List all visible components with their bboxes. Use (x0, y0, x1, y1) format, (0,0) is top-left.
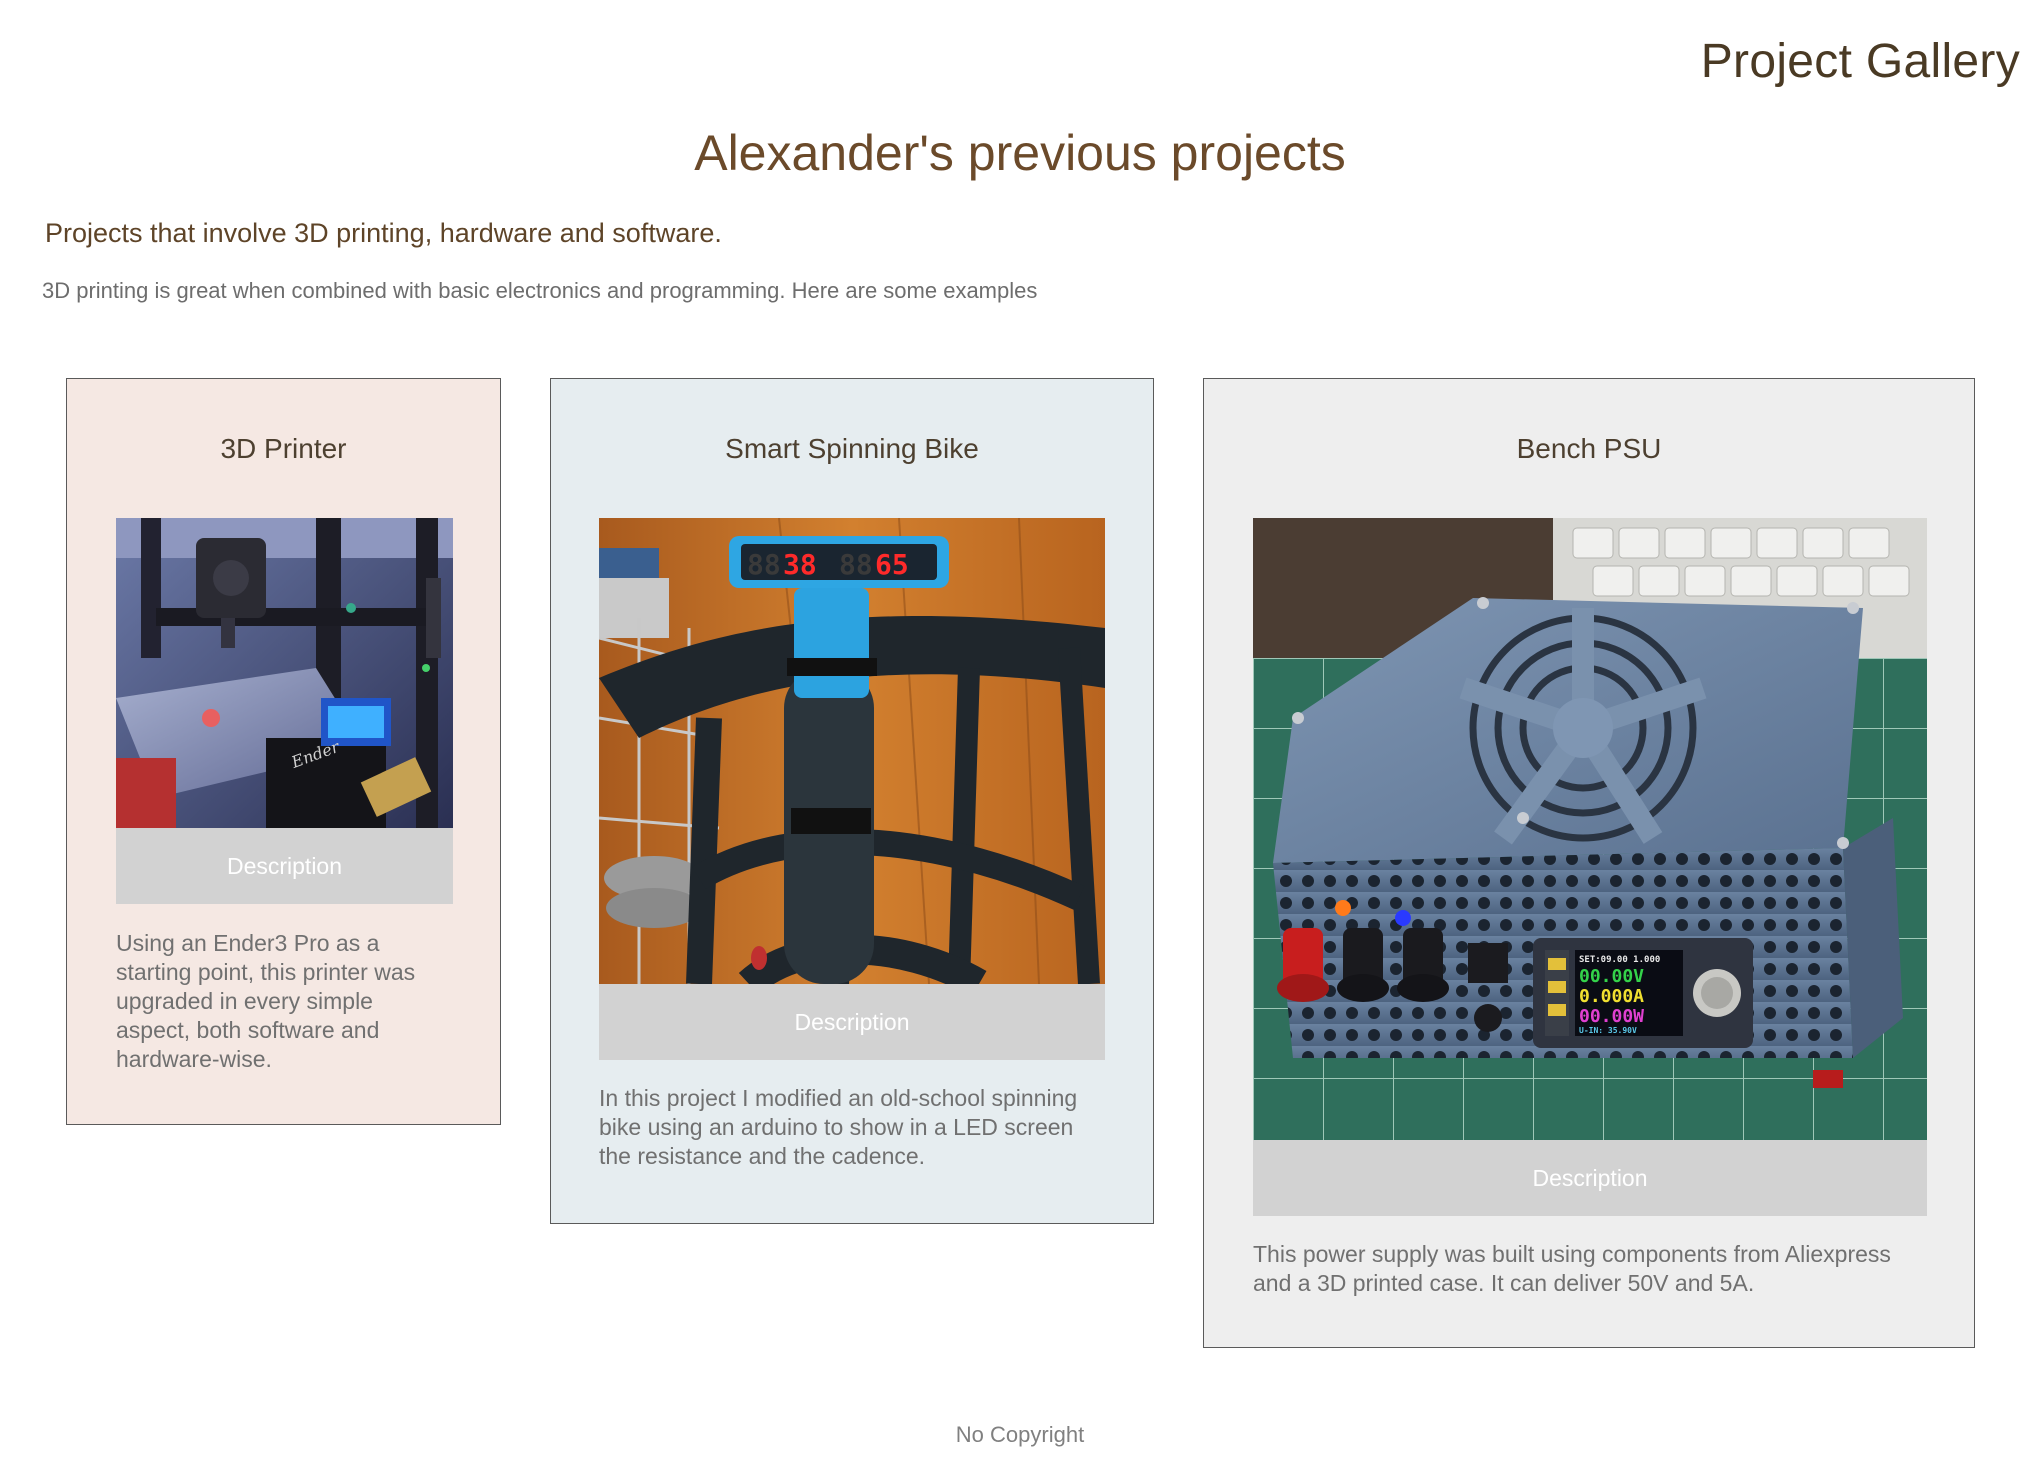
project-description: This power supply was built using compon… (1253, 1241, 1891, 1296)
project-card-3d-printer: 3D Printer Ender Description Using an En… (66, 378, 501, 1125)
description-button[interactable]: Description (1253, 1140, 1927, 1216)
psu-lcd-current: 0.000A (1579, 986, 1644, 1007)
project-title: Smart Spinning Bike (725, 433, 979, 464)
site-title[interactable]: Project Gallery (1701, 34, 2020, 89)
project-photo-3d-printer: Ender (116, 518, 453, 828)
psu-lcd-input: U-IN: 35.90V (1579, 1026, 1637, 1035)
bike-display-resistance: 38 (783, 548, 817, 581)
psu-lcd-power: 00.00W (1579, 1006, 1644, 1027)
project-card-spinning-bike: Smart Spinning Bike 88 38 88 65 Descript… (550, 378, 1154, 1224)
svg-text:88: 88 (747, 548, 781, 581)
project-description: Using an Ender3 Pro as a starting point,… (116, 930, 416, 1072)
page-subheading: Projects that involve 3D printing, hardw… (45, 218, 722, 248)
description-button[interactable]: Description (599, 984, 1105, 1060)
spinning-bike-illustration: 88 38 88 65 (599, 518, 1105, 984)
project-title: 3D Printer (220, 433, 347, 464)
description-button[interactable]: Description (116, 828, 453, 904)
footer-copyright: No Copyright (955, 1422, 1085, 1447)
project-card-bench-psu: Bench PSU SET:09.00 1.000 00.00V 0.000A … (1203, 378, 1975, 1348)
3d-printer-illustration: Ender (116, 518, 453, 828)
project-photo-spinning-bike: 88 38 88 65 (599, 518, 1105, 984)
intro-text: 3D printing is great when combined with … (42, 278, 1038, 303)
psu-lcd-setpoint: SET:09.00 1.000 (1579, 955, 1660, 965)
project-photo-bench-psu: SET:09.00 1.000 00.00V 0.000A 00.00W U-I… (1253, 518, 1927, 1140)
bike-display-cadence: 65 (875, 548, 909, 581)
project-title: Bench PSU (1516, 433, 1662, 464)
bench-psu-illustration: SET:09.00 1.000 00.00V 0.000A 00.00W U-I… (1253, 518, 1927, 1140)
project-description: In this project I modified an old-school… (599, 1085, 1078, 1169)
svg-text:88: 88 (839, 548, 873, 581)
psu-lcd-voltage: 00.00V (1579, 966, 1644, 987)
page-heading: Alexander's previous projects (694, 125, 1346, 181)
